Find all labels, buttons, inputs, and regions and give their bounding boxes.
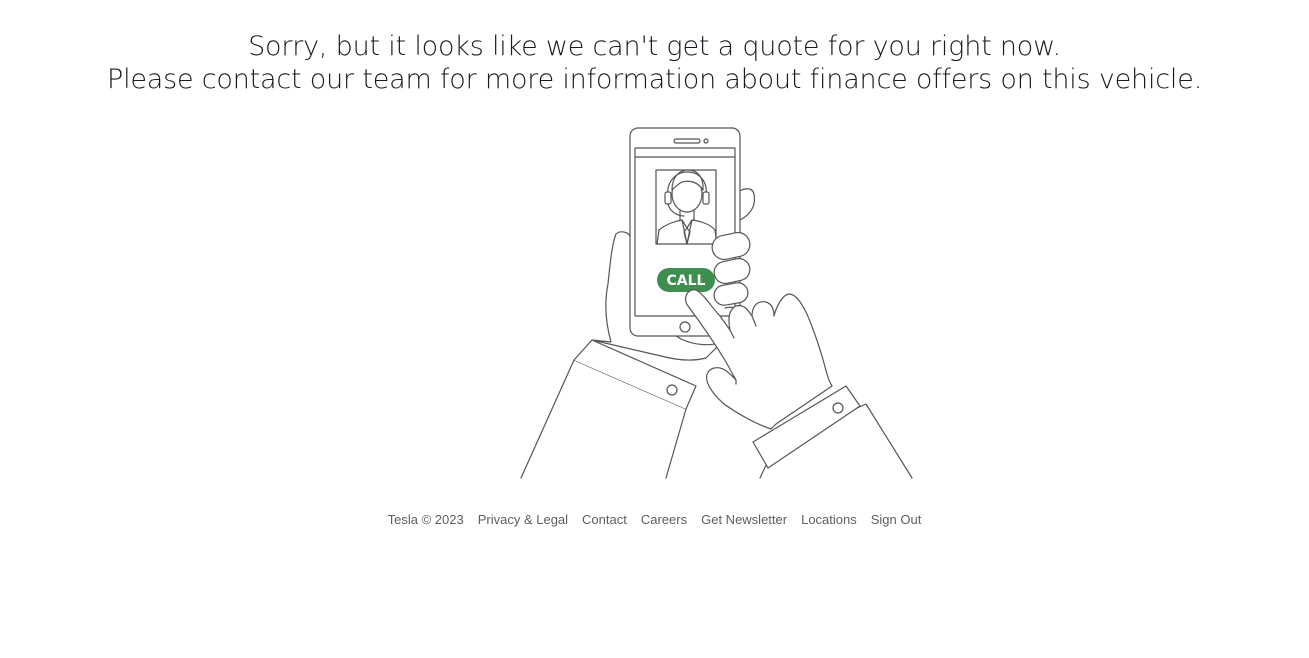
- page: Sorry, but it looks like we can't get a …: [0, 0, 1309, 658]
- call-button[interactable]: CALL: [657, 268, 715, 292]
- left-sleeve: [520, 339, 697, 479]
- message-line-2: Please contact our team for more informa…: [106, 64, 1202, 95]
- call-button-label: CALL: [667, 273, 706, 289]
- footer-link-locations[interactable]: Locations: [801, 512, 857, 527]
- footer-nav: Tesla © 2023 Privacy & Legal Contact Car…: [0, 511, 1309, 529]
- footer-link-careers[interactable]: Careers: [641, 512, 687, 527]
- message-line-1: Sorry, but it looks like we can't get a …: [248, 31, 1061, 62]
- footer-link-contact[interactable]: Contact: [582, 512, 627, 527]
- footer-copyright: Tesla © 2023: [387, 512, 464, 527]
- call-support-illustration: CALL: [520, 127, 913, 479]
- footer-link-get-newsletter[interactable]: Get Newsletter: [701, 512, 787, 527]
- footer-link-privacy-legal[interactable]: Privacy & Legal: [478, 512, 568, 527]
- footer-link-sign-out[interactable]: Sign Out: [871, 512, 922, 527]
- quote-unavailable-message: Sorry, but it looks like we can't get a …: [0, 30, 1309, 96]
